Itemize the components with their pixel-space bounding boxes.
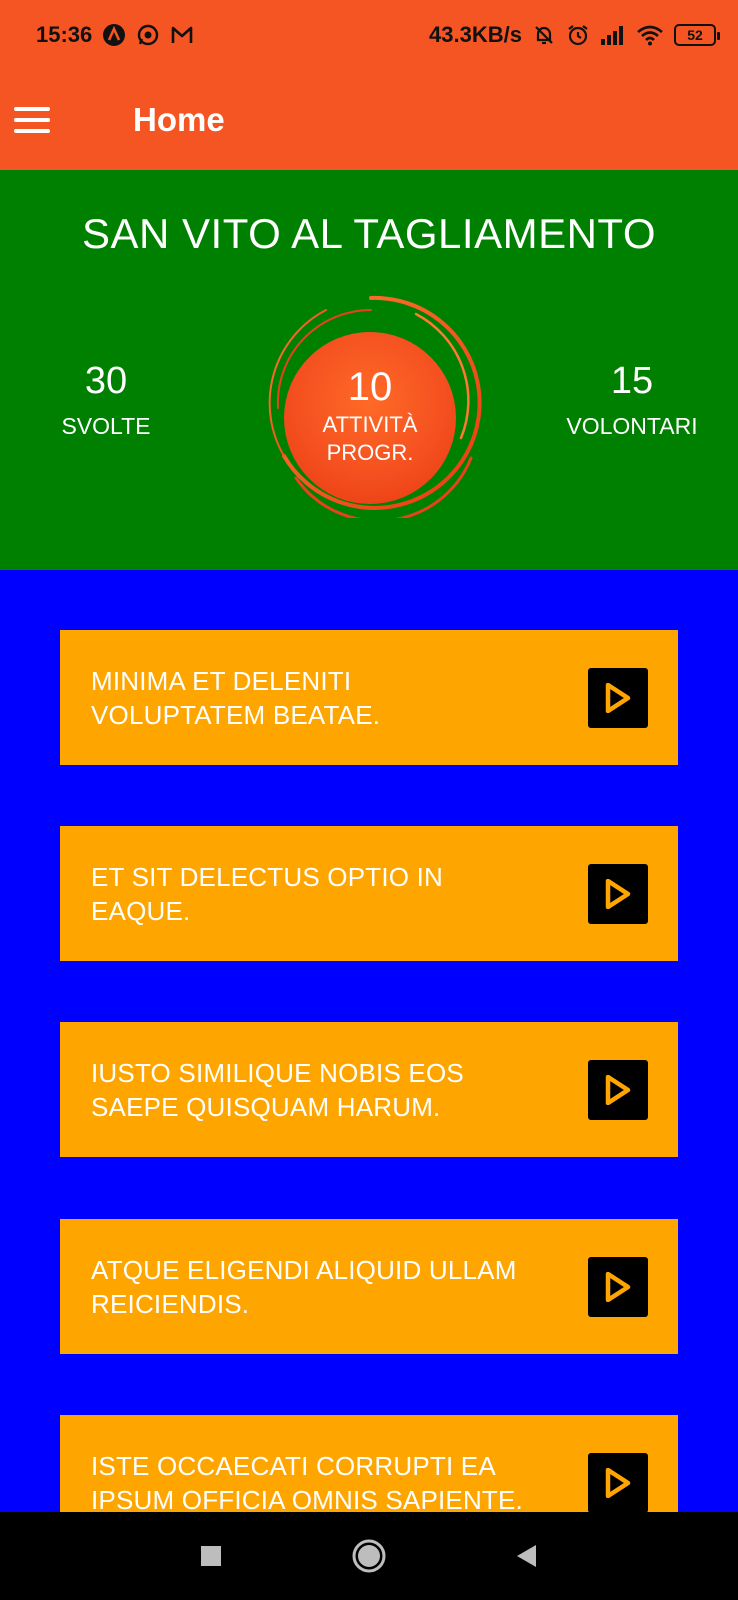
stat-volunteers: 15 VOLONTARI [552,360,712,440]
activity-title: ATQUE ELIGENDI ALIQUID ULLAM REICIENDIS. [91,1254,517,1319]
town-title: SAN VITO AL TAGLIAMENTO [81,210,656,257]
hamburger-menu-icon[interactable] [14,107,50,133]
app-a-icon [102,23,126,47]
stat-volunteers-label: VOLONTARI [566,413,698,439]
stat-volunteers-value: 15 [610,360,654,402]
play-button[interactable] [588,863,648,924]
play-button[interactable] [588,1256,648,1317]
activity-card[interactable]: ET SIT DELECTUS OPTIO IN EAQUE. [60,826,678,961]
play-button[interactable] [588,1452,648,1512]
in-progress-label-2: PROGR. [326,439,414,465]
status-bar: 15:36 43.3KB/s 52 [0,0,738,70]
activity-title: ET SIT DELECTUS OPTIO IN EAQUE. [91,861,444,926]
play-icon [605,1271,631,1302]
in-progress-value: 10 [347,364,393,409]
wifi-icon [636,24,664,46]
alarm-icon [566,23,590,47]
activity-card[interactable]: IUSTO SIMILIQUE NOBIS EOS SAEPE QUISQUAM… [60,1022,678,1157]
back-triangle-icon[interactable] [507,1536,547,1576]
system-nav-bar [0,1512,738,1600]
page-title: Home [133,101,225,138]
play-icon [605,682,631,713]
recents-square-icon[interactable] [191,1536,231,1576]
muted-bell-icon [532,23,556,47]
status-left: 15:36 [36,22,194,48]
in-progress-label-1: ATTIVITÀ [322,411,418,437]
play-icon [605,878,631,909]
stat-done: 30 SVOLTE [26,360,186,440]
battery-icon: 52 [674,24,720,46]
gmail-icon [170,24,194,46]
activity-card[interactable]: ATQUE ELIGENDI ALIQUID ULLAM REICIENDIS. [60,1219,678,1354]
status-time: 15:36 [36,22,93,47]
play-icon [605,1467,631,1498]
app-bar: Home [0,70,738,170]
play-icon [605,1074,631,1105]
activity-list[interactable]: MINIMA ET DELENITI VOLUPTATEM BEATAE. ET… [0,570,738,1512]
activity-title: MINIMA ET DELENITI VOLUPTATEM BEATAE. [91,665,381,730]
activity-card[interactable]: ISTE OCCAECATI CORRUPTI EA IPSUM OFFICIA… [60,1415,678,1512]
activity-title: ISTE OCCAECATI CORRUPTI EA IPSUM OFFICIA… [91,1450,523,1513]
network-speed: 43.3KB/s [429,22,522,47]
activity-title: IUSTO SIMILIQUE NOBIS EOS SAEPE QUISQUAM… [91,1057,464,1122]
stat-done-value: 30 [84,360,128,402]
whatsapp-icon [136,23,160,47]
status-right: 43.3KB/s 52 [429,22,720,48]
activity-card[interactable]: MINIMA ET DELENITI VOLUPTATEM BEATAE. [60,630,678,765]
battery-level: 52 [687,27,703,43]
in-progress-badge: 10 ATTIVITÀ PROGR. [284,332,456,504]
signal-icon [600,24,626,46]
home-circle-icon[interactable] [349,1536,389,1576]
stat-done-label: SVOLTE [61,413,151,439]
play-button[interactable] [588,1059,648,1120]
play-button[interactable] [588,667,648,728]
stats-panel: SAN VITO AL TAGLIAMENTO 30 SVOLTE 10 ATT… [0,170,738,570]
